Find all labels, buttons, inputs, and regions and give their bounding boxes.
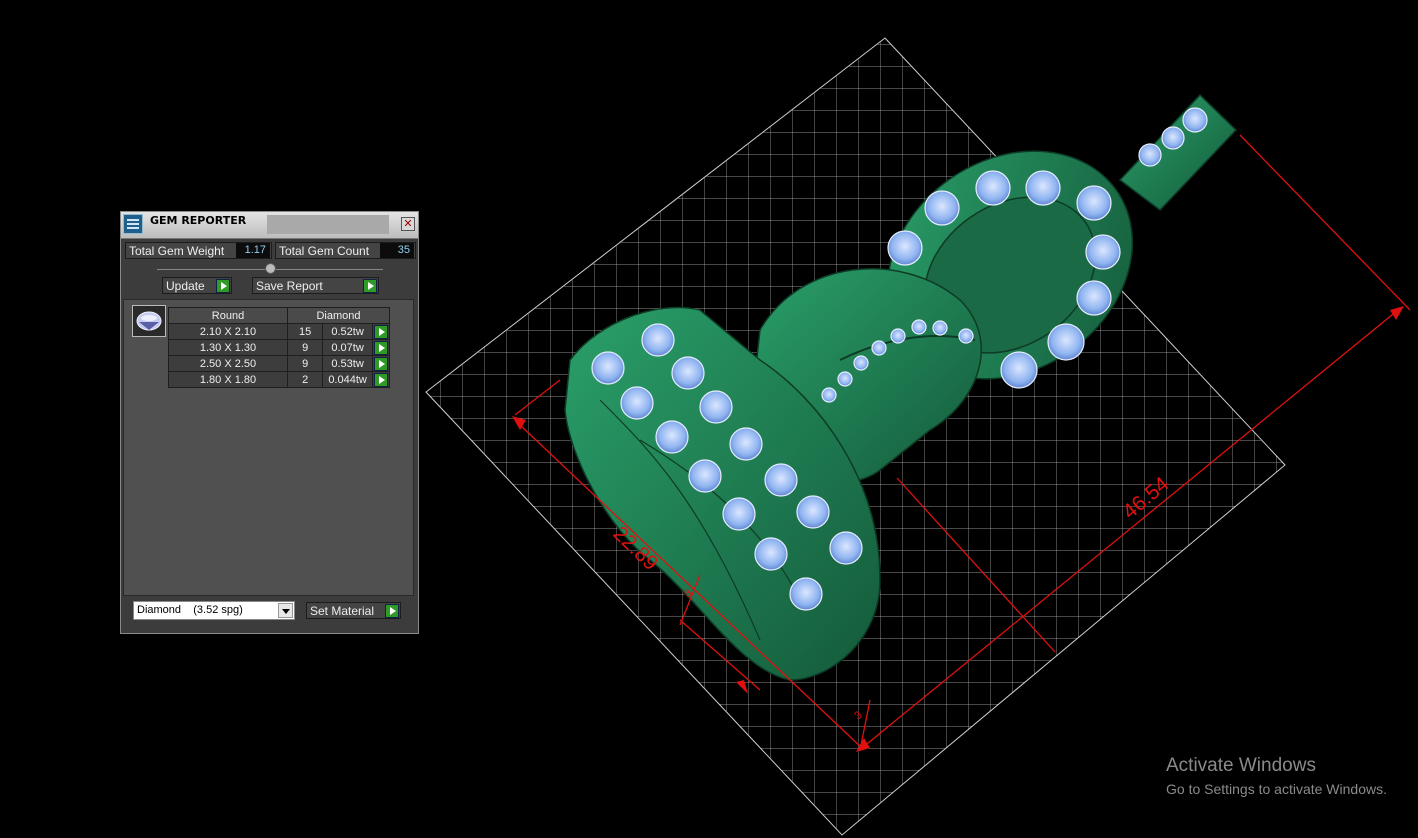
row-select-button[interactable] xyxy=(371,355,391,372)
gem-size: 1.80 X 1.80 xyxy=(168,371,288,388)
update-play-icon[interactable] xyxy=(216,279,230,293)
gem-weight: 0.044tw xyxy=(322,371,373,388)
gem-weight: 0.53tw xyxy=(322,355,373,372)
update-button[interactable]: Update xyxy=(162,277,232,294)
play-icon[interactable] xyxy=(373,324,388,339)
close-icon[interactable]: ✕ xyxy=(401,217,415,231)
update-button-label: Update xyxy=(166,279,205,293)
set-material-play-icon[interactable] xyxy=(385,604,399,618)
row-select-button[interactable] xyxy=(371,371,391,388)
play-icon[interactable] xyxy=(373,372,388,387)
set-material-button-label: Set Material xyxy=(310,604,375,618)
row-select-button[interactable] xyxy=(371,339,391,356)
material-select-value: Diamond (3.52 spg) xyxy=(137,604,243,616)
set-material-button[interactable]: Set Material xyxy=(306,602,401,619)
gem-count: 2 xyxy=(286,371,324,388)
gem-reporter-icon xyxy=(123,214,143,234)
save-report-button[interactable]: Save Report xyxy=(252,277,379,294)
gem-list: Round Diamond 2.10 X 2.10 15 0.52tw 1.30… xyxy=(123,299,414,596)
row-select-button[interactable] xyxy=(371,323,391,340)
play-icon[interactable] xyxy=(373,340,388,355)
panel-slider-handle[interactable] xyxy=(265,263,276,274)
titlebar-fill xyxy=(267,215,389,234)
table-row[interactable]: 2.10 X 2.10 15 0.52tw xyxy=(168,323,391,340)
gem-reporter-panel: GEM REPORTER ✕ Total Gem Weight 1.17 Tot… xyxy=(120,211,419,634)
play-icon[interactable] xyxy=(373,356,388,371)
chevron-down-icon[interactable] xyxy=(278,603,293,618)
gem-size: 2.10 X 2.10 xyxy=(168,323,288,340)
activate-windows-title: Activate Windows xyxy=(1166,755,1316,776)
gem-table-header: Round Diamond xyxy=(168,307,390,324)
panel-titlebar[interactable]: GEM REPORTER ✕ xyxy=(121,212,418,239)
activate-windows-subtitle: Go to Settings to activate Windows. xyxy=(1166,781,1387,797)
gem-count: 9 xyxy=(286,355,324,372)
save-report-play-icon[interactable] xyxy=(363,279,377,293)
total-gem-count-label-text: Total Gem Count xyxy=(279,244,370,258)
total-gem-weight-label-text: Total Gem Weight xyxy=(129,244,225,258)
total-gem-weight-value: 1.17 xyxy=(236,243,270,258)
panel-title: GEM REPORTER xyxy=(150,214,247,227)
total-gem-count-value: 35 xyxy=(380,243,414,258)
gem-weight: 0.52tw xyxy=(322,323,373,340)
gem-count: 9 xyxy=(286,339,324,356)
gem-size: 1.30 X 1.30 xyxy=(168,339,288,356)
round-gem-icon[interactable] xyxy=(132,305,166,337)
column-header-shape: Round xyxy=(168,307,288,324)
gem-size: 2.50 X 2.50 xyxy=(168,355,288,372)
gem-table: Round Diamond 2.10 X 2.10 15 0.52tw 1.30… xyxy=(168,307,391,388)
material-select[interactable]: Diamond (3.52 spg) xyxy=(133,601,295,620)
save-report-button-label: Save Report xyxy=(256,279,323,293)
gem-count: 15 xyxy=(286,323,324,340)
table-row[interactable]: 2.50 X 2.50 9 0.53tw xyxy=(168,355,391,372)
column-header-material: Diamond xyxy=(287,307,390,324)
table-row[interactable]: 1.80 X 1.80 2 0.044tw xyxy=(168,371,391,388)
table-row[interactable]: 1.30 X 1.30 9 0.07tw xyxy=(168,339,391,356)
gem-weight: 0.07tw xyxy=(322,339,373,356)
